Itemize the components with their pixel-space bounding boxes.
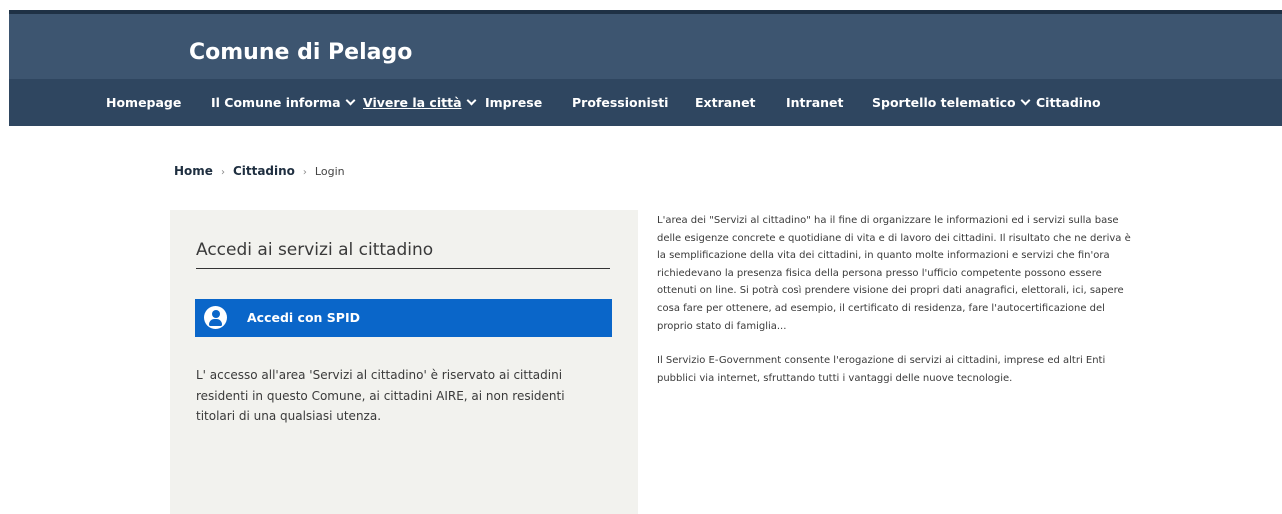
breadcrumb-current: Login [314, 165, 345, 178]
site-title[interactable]: Comune di Pelago [189, 38, 412, 68]
services-description: L'area dei "Servizi al cittadino" ha il … [657, 212, 1137, 387]
nav-item-vivere-la-citta[interactable]: Vivere la città [363, 79, 476, 126]
breadcrumb-separator: › [302, 167, 307, 178]
nav-item-cittadino[interactable]: Cittadino [1036, 79, 1101, 126]
access-note: L' accesso all'area 'Servizi al cittadin… [196, 368, 565, 423]
chevron-down-icon [466, 95, 476, 106]
nav-item-extranet[interactable]: Extranet [695, 79, 756, 126]
chevron-down-icon [1020, 95, 1031, 106]
nav-item-professionisti[interactable]: Professionisti [572, 79, 668, 126]
info-paragraph: L'area dei "Servizi al cittadino" ha il … [657, 215, 1131, 332]
nav-item-intranet[interactable]: Intranet [786, 79, 843, 126]
info-paragraph: Il Servizio E-Government consente l'erog… [657, 355, 1106, 384]
spid-login-button[interactable]: Accedi con SPID [195, 299, 612, 337]
breadcrumb-separator: › [220, 167, 225, 178]
spid-login-label: Accedi con SPID [247, 310, 360, 325]
site-header: Comune di Pelago [9, 14, 1282, 79]
nav-item-il-comune-informa[interactable]: Il Comune informa [211, 79, 355, 126]
breadcrumb-home[interactable]: Home [174, 164, 213, 178]
breadcrumb-cittadino[interactable]: Cittadino [233, 164, 295, 178]
breadcrumb: Home › Cittadino › Login [174, 164, 345, 178]
login-panel-title: Accedi ai servizi al cittadino [196, 240, 610, 269]
chevron-down-icon [345, 95, 355, 106]
login-panel: Accedi ai servizi al cittadino Accedi co… [170, 210, 638, 514]
nav-item-sportello-telematico[interactable]: Sportello telematico [872, 79, 1031, 126]
nav-item-imprese[interactable]: Imprese [485, 79, 542, 126]
main-nav: Homepage Il Comune informa Vivere la cit… [9, 79, 1282, 126]
nav-item-homepage[interactable]: Homepage [106, 79, 181, 126]
user-circle-icon [204, 306, 227, 329]
